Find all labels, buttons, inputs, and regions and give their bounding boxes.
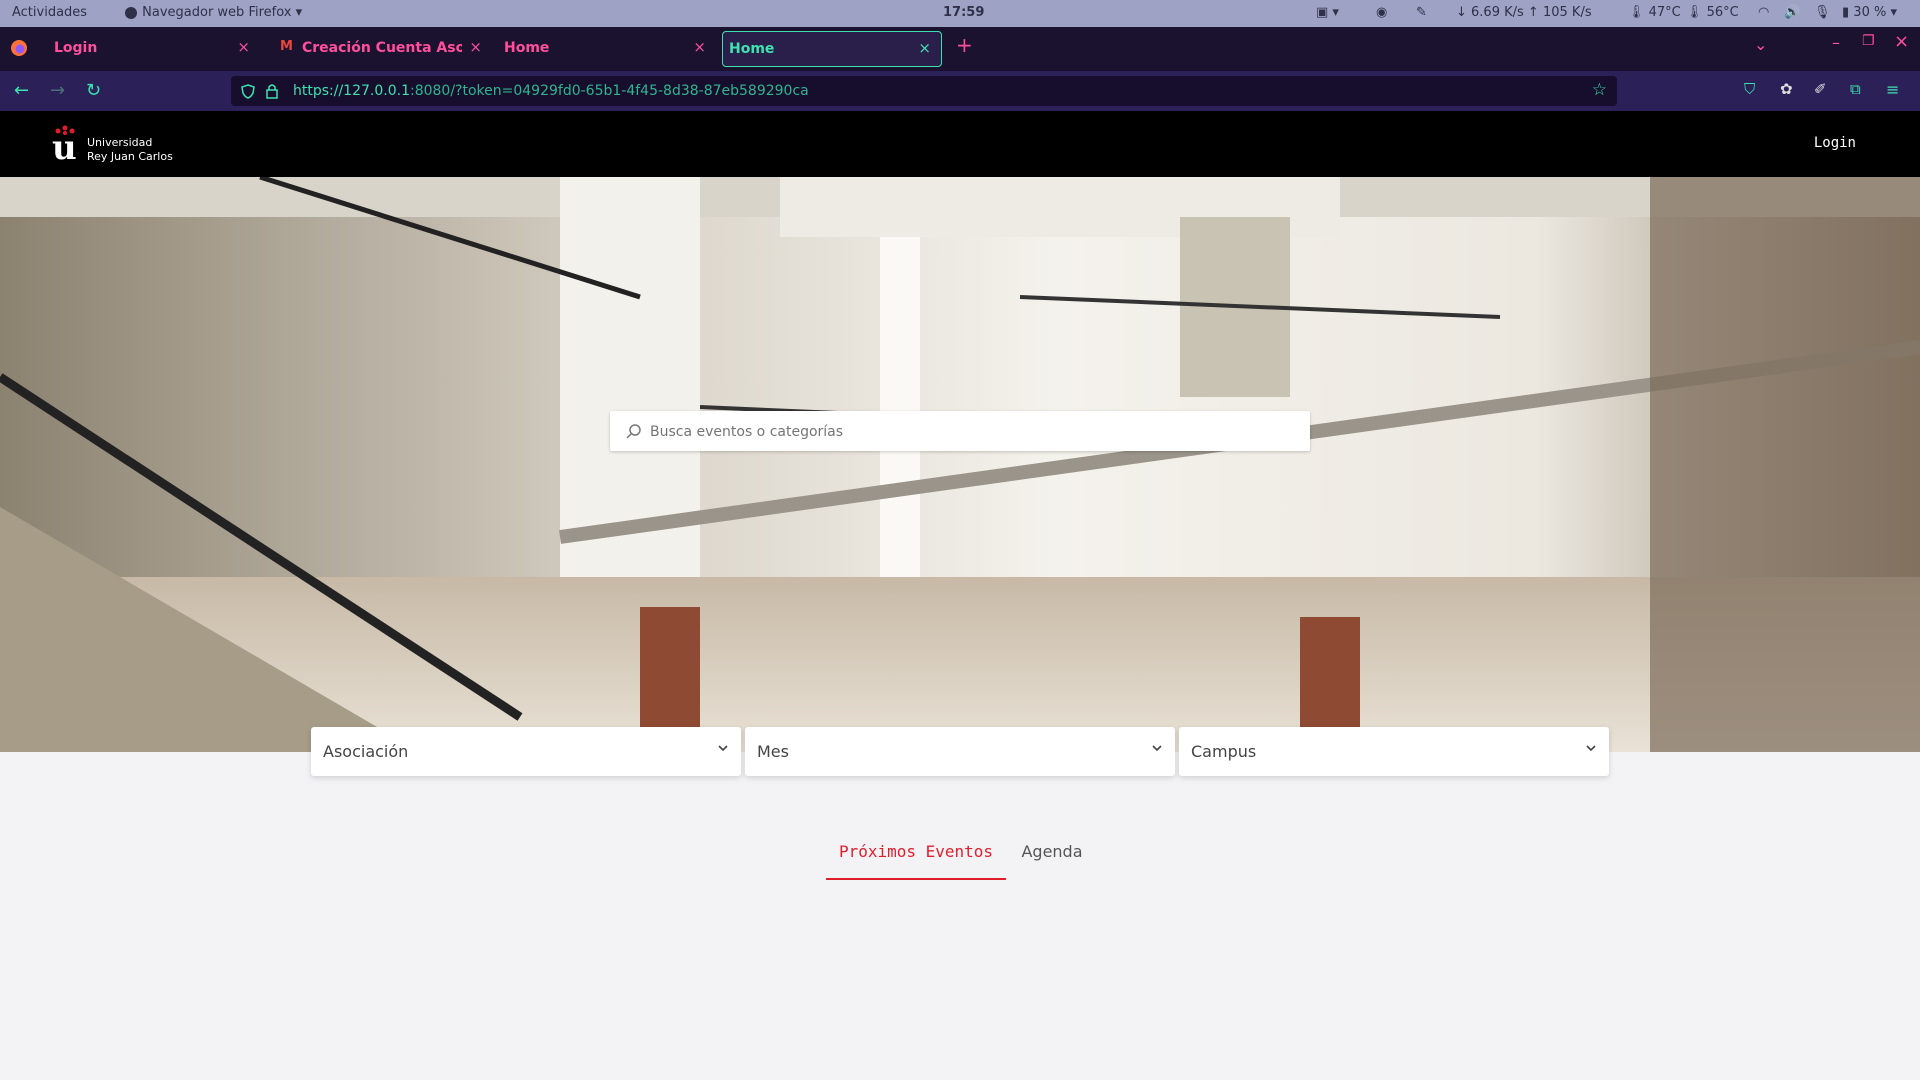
volume-icon[interactable]: 🔊 bbox=[1784, 5, 1800, 20]
tab-label: Creación Cuenta Aso Ace bbox=[302, 40, 462, 56]
color-picker-icon[interactable]: ✐ bbox=[1814, 80, 1827, 98]
temperature-cpu: 🌡 47°C bbox=[1628, 5, 1681, 20]
tab-home-active[interactable]: Home × bbox=[722, 31, 942, 67]
tab-creacion-cuenta[interactable]: M Creación Cuenta Aso Ace × bbox=[276, 31, 486, 65]
reload-icon[interactable]: ↻ bbox=[86, 80, 101, 101]
url-path: :8080/?token=04929fd0-65b1-4f45-8d38-87e… bbox=[409, 83, 809, 99]
clock[interactable]: 17:59 bbox=[943, 5, 984, 20]
net-down: 6.69 K/s bbox=[1471, 5, 1524, 20]
url-host: https://127.0.0.1 bbox=[293, 83, 410, 99]
shield-icon[interactable] bbox=[241, 84, 255, 99]
minimize-icon[interactable]: – bbox=[1832, 33, 1840, 52]
app-menu-label: Navegador web Firefox bbox=[142, 5, 292, 20]
logo-mark[interactable]: u bbox=[52, 128, 77, 168]
search-icon bbox=[626, 424, 641, 439]
chevron-down-icon bbox=[718, 745, 728, 752]
filter-label: Mes bbox=[757, 742, 789, 761]
url-text[interactable]: https://127.0.0.1:8080/?token=04929fd0-6… bbox=[293, 83, 809, 99]
tab-label: Home bbox=[504, 40, 550, 56]
microphone-icon[interactable]: 🎙 bbox=[1814, 5, 1831, 20]
bookmark-star-icon[interactable]: ☆ bbox=[1592, 80, 1607, 100]
login-link[interactable]: Login bbox=[1814, 135, 1856, 151]
tab-label: Login bbox=[54, 40, 98, 56]
filter-asociacion[interactable]: Asociación bbox=[311, 727, 741, 776]
window-close-icon[interactable]: × bbox=[1894, 31, 1909, 52]
chevron-down-icon bbox=[1586, 745, 1596, 752]
app-menu[interactable]: Navegador web Firefox ▾ bbox=[124, 5, 302, 20]
tab-proximos-eventos[interactable]: Próximos Eventos bbox=[826, 842, 1006, 880]
battery-indicator[interactable]: ▮ 30 % ▾ bbox=[1842, 5, 1897, 20]
close-icon[interactable]: × bbox=[693, 38, 706, 56]
campus-interior-illustration bbox=[0, 177, 1920, 752]
url-bar[interactable]: https://127.0.0.1:8080/?token=04929fd0-6… bbox=[231, 76, 1617, 106]
screen-icon[interactable]: ▣ ▾ bbox=[1316, 5, 1339, 20]
back-arrow-icon[interactable]: ← bbox=[14, 80, 29, 101]
search-input[interactable] bbox=[648, 411, 1292, 453]
temp-gpu: 56°C bbox=[1706, 5, 1739, 20]
tab-label: Home bbox=[729, 41, 775, 57]
logo-text[interactable]: Universidad Rey Juan Carlos bbox=[87, 136, 173, 164]
restore-icon[interactable]: ❐ bbox=[1862, 33, 1875, 49]
list-tabs-chevron-icon[interactable]: ⌄ bbox=[1754, 35, 1767, 54]
lock-icon[interactable] bbox=[265, 83, 279, 99]
forward-arrow-icon[interactable]: → bbox=[50, 80, 65, 101]
tab-home[interactable]: Home × bbox=[496, 31, 716, 65]
close-icon[interactable]: × bbox=[918, 39, 931, 57]
tab-login[interactable]: Login × bbox=[44, 31, 260, 65]
filter-label: Campus bbox=[1191, 742, 1257, 761]
battery-level: 30 % bbox=[1853, 5, 1887, 20]
tab-strip: Login × M Creación Cuenta Aso Ace × Home… bbox=[0, 27, 1920, 71]
filter-campus[interactable]: Campus bbox=[1179, 727, 1609, 776]
filter-label: Asociación bbox=[323, 742, 409, 761]
firefox-icon bbox=[125, 6, 137, 19]
site-header: u Universidad Rey Juan Carlos Login bbox=[0, 111, 1920, 177]
logo-line2: Rey Juan Carlos bbox=[87, 150, 173, 163]
chevron-down-icon bbox=[1152, 745, 1162, 752]
logo-line1: Universidad bbox=[87, 136, 153, 149]
activities-button[interactable]: Actividades bbox=[12, 5, 87, 20]
firefox-menu-icon[interactable] bbox=[10, 39, 28, 57]
network-speed: ↓ 6.69 K/s ↑ 105 K/s bbox=[1456, 5, 1592, 20]
discord-icon[interactable]: ◉ bbox=[1376, 5, 1387, 20]
navigation-toolbar: ← → ↻ https://127.0.0.1:8080/?token=0492… bbox=[0, 71, 1920, 111]
net-up: 105 K/s bbox=[1542, 5, 1592, 20]
menu-hamburger-icon[interactable]: ≡ bbox=[1886, 80, 1899, 99]
tab-agenda[interactable]: Agenda bbox=[1012, 842, 1092, 878]
new-tab-button[interactable]: + bbox=[956, 33, 973, 57]
gmail-icon: M bbox=[280, 39, 293, 54]
extension-icon[interactable]: ✿ bbox=[1780, 80, 1793, 98]
temperature-gpu: 🌡 56°C bbox=[1686, 5, 1739, 20]
search-box[interactable] bbox=[610, 411, 1310, 453]
close-icon[interactable]: × bbox=[237, 38, 250, 56]
hero-image bbox=[0, 177, 1920, 752]
filter-mes[interactable]: Mes bbox=[745, 727, 1175, 776]
temp-cpu: 47°C bbox=[1648, 5, 1681, 20]
wifi-icon[interactable]: ◠ bbox=[1758, 5, 1769, 20]
extensions-puzzle-icon[interactable]: ⧉ bbox=[1850, 80, 1861, 98]
pocket-icon[interactable]: ⛉ bbox=[1744, 80, 1755, 98]
pen-icon[interactable]: ✎ bbox=[1416, 5, 1427, 20]
close-icon[interactable]: × bbox=[469, 38, 482, 56]
system-top-bar: Actividades Navegador web Firefox ▾ 17:5… bbox=[0, 0, 1920, 27]
